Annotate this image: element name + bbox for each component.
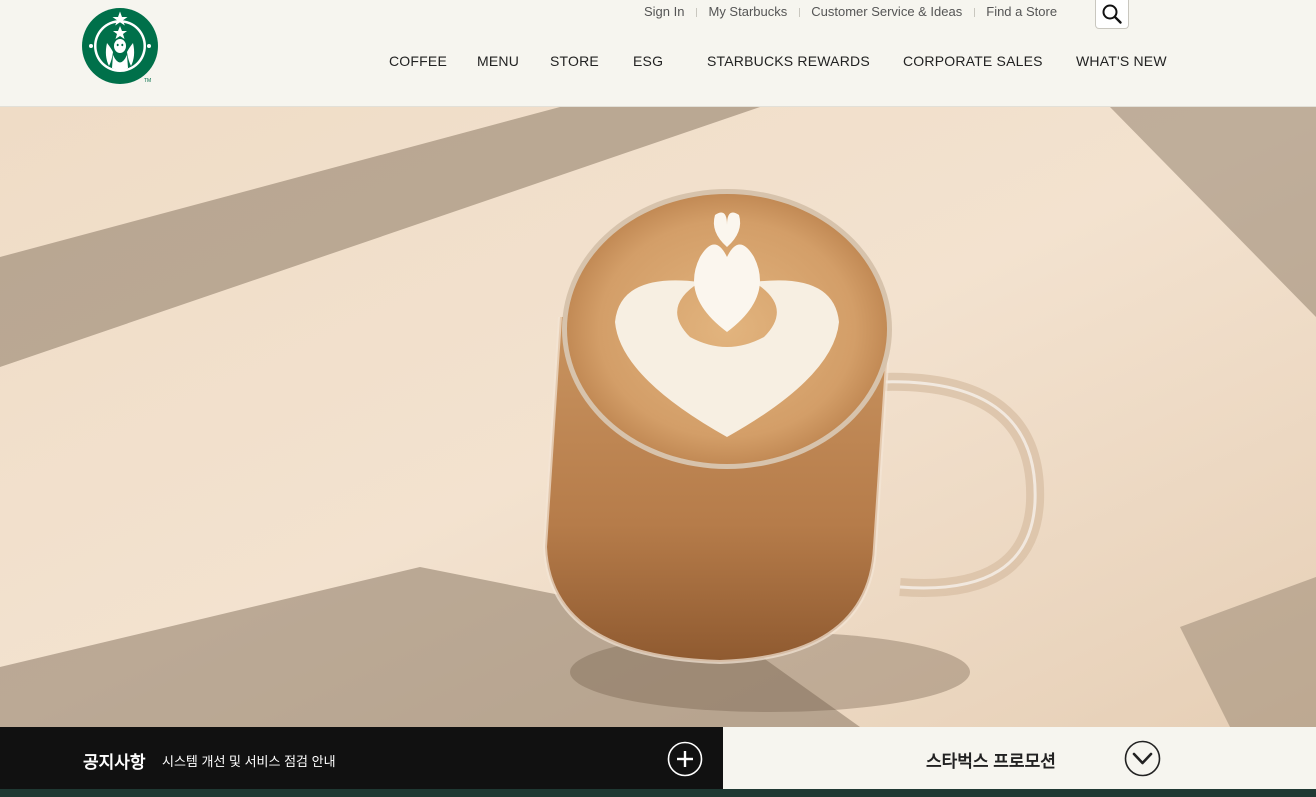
sign-in-link[interactable]: Sign In (632, 3, 696, 21)
customer-service-link[interactable]: Customer Service & Ideas (799, 3, 974, 21)
my-starbucks-link[interactable]: My Starbucks (696, 3, 799, 21)
chevron-down-circle-icon (1124, 740, 1161, 777)
notice-more-button[interactable] (667, 741, 703, 777)
promotion-bar[interactable]: 스타벅스 프로모션 (723, 727, 1316, 789)
plus-circle-icon (667, 741, 703, 777)
next-section-strip (0, 789, 1316, 797)
nav-item-coffee[interactable]: COFFEE (389, 52, 447, 70)
nav-item-corporate-sales[interactable]: CORPORATE SALES (903, 52, 1043, 70)
notice-title: 공지사항 (83, 753, 146, 772)
nav-item-esg[interactable]: ESG (633, 52, 663, 70)
utility-nav: Sign In My Starbucks Customer Service & … (632, 3, 1069, 21)
search-button[interactable] (1095, 0, 1129, 29)
promotion-toggle-button[interactable] (1124, 740, 1161, 777)
notice-bar: 공지사항 시스템 개선 및 서비스 점검 안내 (0, 727, 723, 789)
nav-item-menu[interactable]: MENU (477, 52, 519, 70)
promotion-title: 스타벅스 프로모션 (926, 752, 1056, 771)
nav-item-store[interactable]: STORE (550, 52, 599, 70)
svg-text:TM: TM (144, 78, 151, 84)
nav-item-starbucks-rewards[interactable]: STARBUCKS REWARDS (707, 52, 870, 70)
starbucks-siren-logo-icon: TM (82, 8, 158, 84)
latte-glass-mug-image (0, 107, 1316, 727)
starbucks-logo[interactable]: TM (82, 8, 158, 84)
find-store-link[interactable]: Find a Store (974, 3, 1069, 21)
notice-text-link[interactable]: 시스템 개선 및 서비스 점검 안내 (162, 751, 336, 770)
site-header: TM Sign In My Starbucks Customer Service… (0, 0, 1316, 107)
hero-banner[interactable] (0, 107, 1316, 727)
nav-item-whats-new[interactable]: WHAT'S NEW (1076, 52, 1167, 70)
search-icon (1102, 4, 1122, 24)
